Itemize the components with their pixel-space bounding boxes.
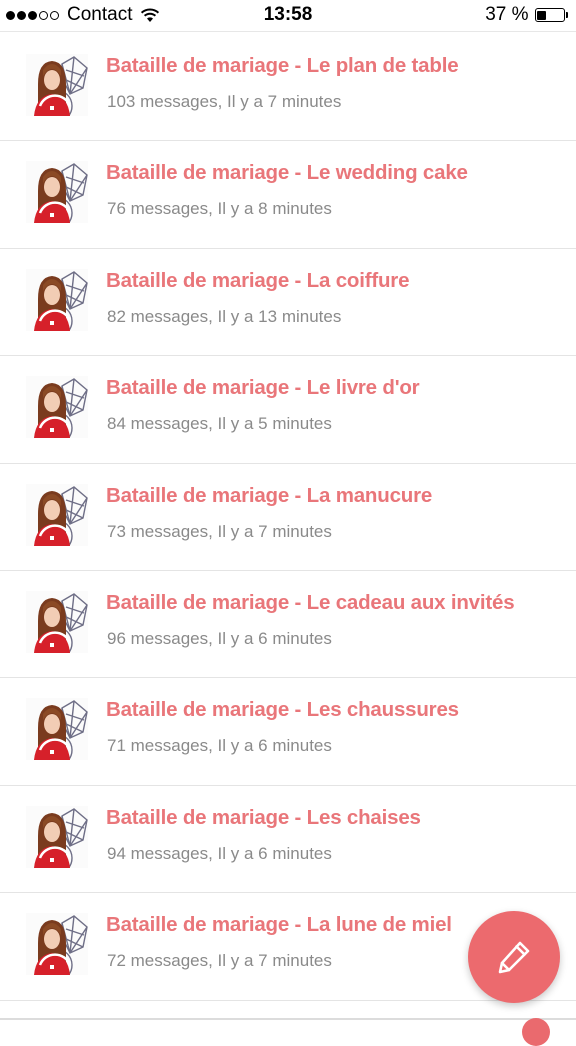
status-right: 37 % — [485, 3, 568, 27]
thread-list-item[interactable]: Bataille de mariage - Le livre d'or 84 me… — [0, 356, 576, 464]
battery-icon — [534, 8, 565, 22]
partial-badge — [522, 1018, 550, 1046]
thread-list-item[interactable]: Bataille de mariage - Les chaises 94 mess… — [0, 785, 576, 894]
thread-title: Bataille de mariage - La lune de miel — [106, 913, 452, 937]
avatar — [26, 913, 88, 976]
avatar — [26, 161, 88, 224]
thread-meta: 76 messages, Il y a 8 minutes — [107, 199, 332, 219]
bottom-bar — [0, 1002, 576, 1024]
thread-title: Bataille de mariage - Le cadeau aux invi… — [106, 590, 515, 614]
thread-list: Bataille de mariage - Le plan de table 10… — [0, 34, 576, 1001]
avatar — [26, 376, 88, 439]
thread-meta: 72 messages, Il y a 7 minutes — [107, 951, 332, 971]
thread-list-item[interactable]: Bataille de mariage - Le wedding cake 76 … — [0, 141, 576, 249]
divider — [0, 1018, 576, 1020]
compose-button[interactable] — [468, 911, 560, 1003]
avatar — [26, 54, 88, 116]
avatar — [26, 268, 88, 331]
avatar — [26, 590, 88, 653]
thread-list-item[interactable]: Bataille de mariage - La manucure 73 mess… — [0, 463, 576, 571]
thread-title: Bataille de mariage - Le plan de table — [106, 54, 459, 77]
thread-meta: 103 messages, Il y a 7 minutes — [107, 92, 342, 111]
battery-fill — [537, 10, 547, 20]
battery-percentage: 37 % — [485, 4, 529, 25]
thread-title: Bataille de mariage - Les chaussures — [106, 698, 459, 722]
pencil-icon — [498, 941, 530, 974]
battery-tip — [565, 12, 568, 18]
avatar — [26, 483, 88, 546]
thread-title: Bataille de mariage - La manucure — [106, 483, 433, 507]
thread-meta: 96 messages, Il y a 6 minutes — [107, 628, 332, 648]
thread-list-item[interactable]: Bataille de mariage - La coiffure 82 mess… — [0, 248, 576, 357]
thread-title: Bataille de mariage - Le wedding cake — [106, 161, 468, 185]
thread-meta: 71 messages, Il y a 6 minutes — [107, 736, 332, 756]
thread-meta: 94 messages, Il y a 6 minutes — [107, 843, 332, 863]
thread-title: Bataille de mariage - Le livre d'or — [106, 376, 420, 400]
thread-meta: 73 messages, Il y a 7 minutes — [107, 521, 332, 541]
avatar — [26, 805, 88, 868]
status-bar: Contact 13:58 37 % — [0, 0, 576, 32]
avatar — [26, 698, 88, 761]
thread-list-item[interactable]: Bataille de mariage - Les chaussures 71 m… — [0, 678, 576, 786]
thread-title: Bataille de mariage - La coiffure — [106, 268, 410, 292]
thread-list-item[interactable]: Bataille de mariage - Le plan de table 10… — [0, 34, 576, 142]
thread-meta: 84 messages, Il y a 5 minutes — [107, 414, 332, 434]
thread-title: Bataille de mariage - Les chaises — [106, 805, 421, 829]
thread-list-item[interactable]: Bataille de mariage - Le cadeau aux invi… — [0, 570, 576, 679]
thread-meta: 82 messages, Il y a 13 minutes — [107, 306, 342, 326]
